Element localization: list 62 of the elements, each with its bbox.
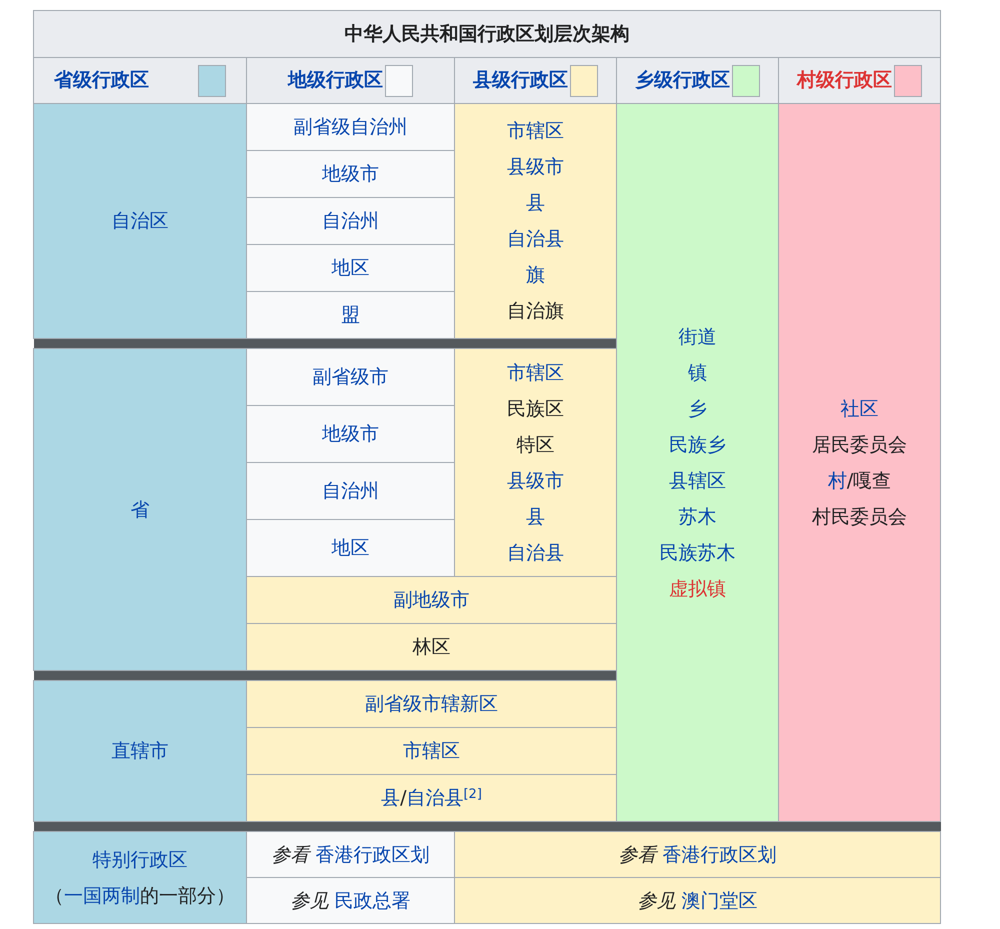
link[interactable]: 乡: [688, 398, 707, 420]
cell-text: 村/嘎查: [828, 470, 892, 492]
link[interactable]: 直辖市: [112, 740, 168, 762]
link[interactable]: 香港行政区划: [316, 844, 430, 866]
link[interactable]: 县辖区: [669, 470, 726, 492]
link[interactable]: 县: [526, 192, 545, 214]
cell-text: 村民委员会: [812, 506, 908, 528]
link[interactable]: 民政总署: [334, 890, 411, 912]
link[interactable]: 地区: [332, 537, 370, 559]
link[interactable]: 民族乡: [669, 434, 726, 456]
link[interactable]: 自治县: [507, 542, 564, 564]
link[interactable]: 自治区: [112, 210, 168, 232]
link[interactable]: 社区: [840, 398, 879, 420]
link[interactable]: 县: [526, 506, 545, 528]
link[interactable]: 自治县: [406, 787, 464, 809]
link[interactable]: 地级市: [322, 163, 379, 185]
link[interactable]: 自治州: [322, 210, 379, 232]
header-link[interactable]: 地级行政区: [288, 66, 383, 95]
link[interactable]: 副地级市: [394, 589, 470, 611]
table-title: 中华人民共和国行政区划层次架构: [34, 10, 941, 58]
link[interactable]: 县级市: [507, 470, 564, 492]
link[interactable]: 民族苏木: [660, 542, 736, 564]
cell-text: 民族区: [507, 398, 564, 420]
link[interactable]: 澳门堂区: [682, 890, 758, 912]
link[interactable]: 香港行政区划: [662, 844, 777, 866]
reference-link[interactable]: [2]: [463, 786, 482, 802]
cell-text: 县/自治县$^{[2]}$: [381, 787, 482, 809]
header-link[interactable]: 县级行政区: [473, 66, 568, 95]
cell-text: 林区: [412, 636, 450, 658]
link[interactable]: 县: [381, 787, 400, 809]
link[interactable]: 盟: [341, 304, 360, 326]
link[interactable]: 市辖区: [403, 740, 460, 762]
link[interactable]: 苏木: [678, 506, 716, 528]
link[interactable]: 地级市: [322, 423, 379, 445]
cell-text: 参看 香港行政区划: [618, 844, 777, 866]
link[interactable]: 街道: [678, 326, 716, 348]
link[interactable]: 县级市: [507, 156, 564, 178]
link[interactable]: 特别行政区: [92, 848, 188, 870]
header-link[interactable]: 省级行政区: [54, 66, 149, 95]
link[interactable]: 虚拟镇: [669, 578, 726, 600]
link[interactable]: 自治州: [322, 480, 379, 502]
link[interactable]: 镇: [688, 362, 707, 384]
link[interactable]: 市辖区: [507, 120, 564, 142]
header-link[interactable]: 乡级行政区: [635, 66, 730, 95]
link[interactable]: 一国两制: [64, 884, 140, 906]
cell-text: 参见 民政总署: [290, 890, 411, 912]
link[interactable]: 旗: [526, 264, 545, 286]
link[interactable]: 自治县: [507, 228, 564, 250]
link[interactable]: 地区: [332, 257, 370, 279]
cell-text: （一国两制的一部分）: [45, 884, 235, 906]
link[interactable]: 村: [828, 470, 847, 492]
cell-text: 参看 香港行政区划: [271, 844, 430, 866]
cell-text: 自治旗: [507, 300, 564, 322]
link[interactable]: 省: [130, 498, 150, 520]
link[interactable]: 副省级市: [312, 366, 388, 388]
link[interactable]: 市辖区: [507, 362, 564, 384]
cell-text: 居民委员会: [812, 434, 908, 456]
cell-text: 特区: [516, 434, 554, 456]
header-link[interactable]: 村级行政区: [797, 66, 892, 95]
link[interactable]: 副省级市辖新区: [365, 693, 498, 715]
cell-text: 参见 澳门堂区: [638, 890, 758, 912]
link[interactable]: 副省级自治州: [294, 116, 408, 138]
